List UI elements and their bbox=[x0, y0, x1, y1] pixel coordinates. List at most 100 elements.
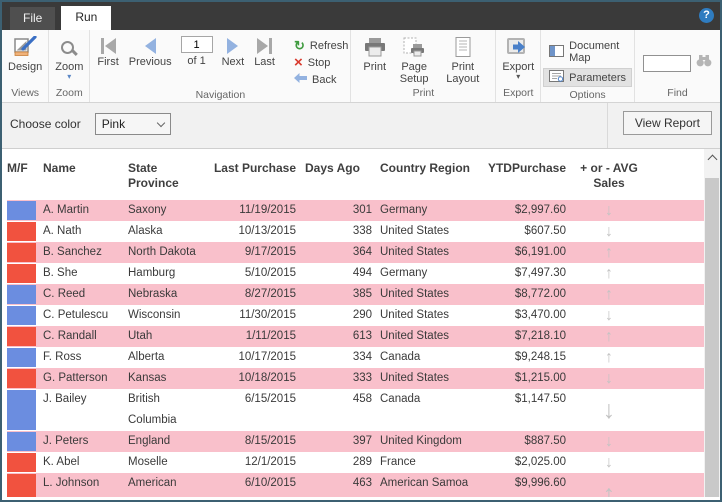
zoom-button[interactable]: Zoom ▾ bbox=[51, 32, 87, 81]
name-cell: A. Nath bbox=[43, 225, 82, 237]
ytd-cell: $7,497.30 bbox=[514, 267, 566, 279]
ytd-cell: $2,025.00 bbox=[514, 456, 566, 468]
gender-color-swatch bbox=[7, 453, 36, 472]
mf-cell bbox=[7, 473, 43, 497]
ribbon-group-navigation: First Previous of 1 Next Last bbox=[90, 30, 352, 102]
last-purchase-cell: 5/10/2015 bbox=[244, 267, 296, 279]
binoculars-icon[interactable] bbox=[696, 54, 712, 72]
ytd-cell: $6,191.00 bbox=[514, 246, 566, 258]
previous-page-button[interactable]: Previous bbox=[129, 36, 172, 68]
last-purchase-cell: 8/27/2015 bbox=[244, 288, 296, 300]
page-setup-button[interactable]: Page Setup bbox=[390, 32, 438, 85]
table-row: C. Reed Nebraska 8/27/2015 385 United States… bbox=[7, 284, 720, 305]
document-map-label: Document Map bbox=[569, 40, 620, 64]
header-country-region: Country Region bbox=[380, 161, 470, 175]
table-row: J. Peters England 8/15/2015 397 United Kingd… bbox=[7, 431, 720, 452]
export-group-label: Export bbox=[503, 87, 534, 99]
find-input[interactable] bbox=[643, 54, 691, 72]
scrollbar-thumb[interactable] bbox=[705, 178, 719, 497]
name-cell: K. Abel bbox=[43, 456, 80, 468]
back-button[interactable]: Back bbox=[293, 71, 348, 88]
tab-file[interactable]: File bbox=[10, 7, 56, 30]
trend-cell: ↑ bbox=[566, 473, 652, 497]
trend-cell: ↓ bbox=[566, 305, 652, 326]
name-cell: A. Martin bbox=[43, 204, 90, 216]
country-cell: France bbox=[380, 456, 416, 468]
state-cell: Moselle bbox=[128, 456, 168, 468]
days-ago-cell: 613 bbox=[352, 330, 372, 342]
header-state-province: State Province bbox=[128, 161, 179, 190]
up-arrow-icon: ↑ bbox=[605, 264, 613, 282]
help-icon[interactable]: ? bbox=[699, 8, 714, 23]
tab-run[interactable]: Run bbox=[61, 6, 112, 30]
gender-color-swatch bbox=[7, 264, 36, 283]
table-row: C. Petulescu Wisconsin 11/30/2015 290 United… bbox=[7, 305, 720, 326]
refresh-button[interactable]: ↻ Refresh bbox=[294, 37, 348, 54]
trend-cell: ↓ bbox=[566, 452, 652, 473]
last-purchase-cell: 1/11/2015 bbox=[245, 330, 296, 342]
table-row: L. Johnson American Samoa 6/10/2015 463 Amer… bbox=[7, 473, 720, 497]
days-ago-cell: 458 bbox=[352, 393, 372, 405]
print-button[interactable]: Print bbox=[359, 32, 390, 73]
last-purchase-cell: 11/19/2015 bbox=[239, 204, 296, 216]
ytd-cell: $9,248.15 bbox=[514, 351, 566, 363]
table-row: J. Bailey British Columbia 6/15/2015 458 Can… bbox=[7, 389, 720, 431]
page-number-input[interactable] bbox=[180, 36, 213, 53]
back-label: Back bbox=[311, 73, 337, 86]
mf-cell bbox=[7, 347, 43, 368]
last-purchase-cell: 6/10/2015 bbox=[244, 477, 296, 489]
mf-cell bbox=[7, 200, 43, 221]
table-row: A. Nath Alaska 10/13/2015 338 United States $… bbox=[7, 221, 720, 242]
first-page-icon bbox=[100, 36, 117, 56]
ytd-cell: $607.50 bbox=[524, 225, 566, 237]
next-page-icon bbox=[227, 36, 239, 56]
name-cell: J. Peters bbox=[43, 435, 89, 447]
trend-cell: ↑ bbox=[566, 263, 652, 284]
down-arrow-icon: ↓ bbox=[605, 432, 613, 450]
table-row: A. Martin Saxony 11/19/2015 301 Germany $2,99… bbox=[7, 200, 720, 221]
gender-color-swatch bbox=[7, 306, 36, 325]
state-cell: British Columbia bbox=[128, 393, 177, 426]
first-page-button[interactable]: First bbox=[97, 36, 119, 68]
back-arrow-icon bbox=[293, 73, 307, 86]
table-row: B. She Hamburg 5/10/2015 494 Germany $7,497.3… bbox=[7, 263, 720, 284]
ribbon-tab-bar: File Run ? bbox=[2, 2, 720, 30]
print-layout-button[interactable]: Print Layout bbox=[438, 32, 487, 85]
last-purchase-cell: 6/15/2015 bbox=[244, 393, 296, 405]
gender-color-swatch bbox=[7, 432, 36, 451]
choose-color-label: Choose color bbox=[10, 117, 81, 131]
page-setup-button-label: Page Setup bbox=[399, 61, 429, 85]
ribbon-group-export: Export ▾ Export bbox=[496, 30, 542, 102]
stop-button[interactable]: × Stop bbox=[294, 54, 348, 71]
document-map-button[interactable]: Document Map bbox=[543, 38, 632, 66]
mf-cell bbox=[7, 263, 43, 284]
design-button[interactable]: Design bbox=[4, 32, 46, 73]
up-arrow-icon: ↑ bbox=[605, 327, 613, 345]
vertical-scrollbar[interactable] bbox=[704, 149, 720, 497]
print-layout-button-label: Print Layout bbox=[446, 61, 480, 85]
find-group-label: Find bbox=[667, 87, 688, 99]
name-cell: C. Randall bbox=[43, 330, 97, 342]
last-page-button[interactable]: Last bbox=[254, 36, 275, 68]
trend-cell: ↑ bbox=[566, 242, 652, 263]
down-arrow-icon: ↓ bbox=[605, 222, 613, 240]
design-button-label: Design bbox=[8, 61, 43, 73]
country-cell: American Samoa bbox=[380, 477, 469, 489]
scroll-up-icon[interactable] bbox=[707, 154, 717, 165]
view-report-button[interactable]: View Report bbox=[622, 111, 712, 135]
header-name: Name bbox=[43, 161, 76, 175]
zoom-dropdown-icon[interactable]: ▾ bbox=[67, 73, 71, 81]
ribbon-group-options: Document Map Parameters Options bbox=[541, 30, 635, 102]
color-dropdown[interactable]: Pink bbox=[94, 113, 171, 135]
state-cell: Wisconsin bbox=[128, 309, 181, 321]
ribbon-group-find: Find bbox=[635, 30, 720, 102]
parameters-button[interactable]: Parameters bbox=[543, 68, 632, 87]
down-arrow-icon: ↓ bbox=[605, 306, 613, 324]
country-cell: United States bbox=[380, 330, 450, 342]
export-dropdown-icon[interactable]: ▾ bbox=[516, 73, 520, 81]
last-page-icon bbox=[256, 36, 273, 56]
export-button[interactable]: Export ▾ bbox=[498, 32, 538, 81]
next-page-button[interactable]: Next bbox=[222, 36, 244, 68]
days-ago-cell: 289 bbox=[352, 456, 372, 468]
last-page-label: Last bbox=[254, 56, 275, 68]
